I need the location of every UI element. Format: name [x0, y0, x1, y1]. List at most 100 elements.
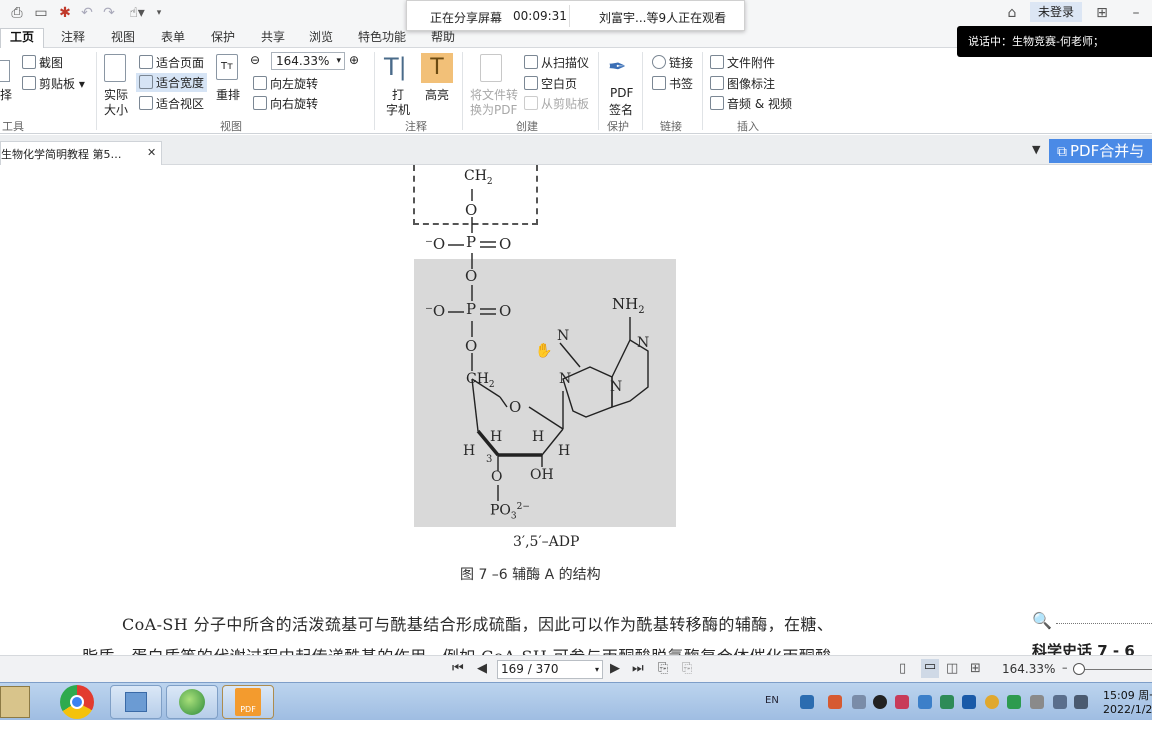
tab-home[interactable]: 工页: [0, 28, 44, 49]
rotate-left-button[interactable]: 向左旋转: [253, 75, 318, 92]
rotate-left-icon: [253, 76, 267, 90]
close-icon[interactable]: ✕: [147, 146, 156, 159]
tab-share[interactable]: 共享: [252, 29, 294, 48]
continuous-facing-icon[interactable]: ⊞: [970, 661, 981, 676]
browser-button[interactable]: [166, 685, 218, 719]
explorer-icon[interactable]: [0, 686, 30, 718]
tab-features[interactable]: 特色功能: [352, 29, 412, 48]
volume-icon[interactable]: [1074, 695, 1088, 709]
undo-icon[interactable]: ↶: [78, 4, 96, 22]
image-annot-button[interactable]: 图像标注: [710, 75, 775, 92]
tray-app-icon[interactable]: [895, 695, 909, 709]
prev-page-icon[interactable]: ◀: [477, 661, 487, 676]
new-icon[interactable]: ✱: [56, 4, 74, 22]
pdf-sign-label-1[interactable]: PDF: [610, 86, 633, 100]
chrome-icon[interactable]: [60, 685, 94, 719]
foxit-reader-button[interactable]: PDF: [222, 685, 274, 719]
tray-app-icon[interactable]: [800, 695, 814, 709]
next-page-icon[interactable]: ▶: [610, 661, 620, 676]
tab-protect[interactable]: 保护: [202, 29, 244, 48]
zoom-out-icon[interactable]: ⊖: [250, 53, 260, 67]
clock-time[interactable]: 15:09 周一: [1103, 687, 1152, 703]
grid-icon[interactable]: ⊞: [1093, 4, 1111, 22]
reflow-icon[interactable]: Tт: [216, 54, 238, 80]
tab-help[interactable]: 帮助: [422, 29, 464, 48]
fit-width-button[interactable]: 适合宽度: [136, 73, 208, 92]
typewriter-icon[interactable]: T|: [384, 54, 412, 80]
speaking-indicator: 说话中：生物竞赛-何老师；: [957, 26, 1152, 57]
tray-app-icon[interactable]: [1030, 695, 1044, 709]
document-tab[interactable]: 生物化学简明教程 第5… ✕: [0, 141, 162, 165]
qq-icon[interactable]: [873, 695, 887, 709]
notification-icon[interactable]: ⌂: [1003, 4, 1021, 22]
tray-app-icon[interactable]: [918, 695, 932, 709]
tray-app-icon[interactable]: [962, 695, 976, 709]
tray-app-icon[interactable]: [852, 695, 866, 709]
continuous-page-icon[interactable]: ▭: [921, 659, 939, 678]
nh2-text: NH: [612, 295, 639, 313]
file-attach-button[interactable]: 文件附件: [710, 54, 775, 71]
audio-video-button[interactable]: 音频 & 视频: [710, 95, 792, 112]
zoom-out-icon[interactable]: –: [1062, 661, 1068, 674]
pdf-merge-button[interactable]: ⧉ PDF合并与: [1049, 139, 1152, 163]
hand-tool-icon[interactable]: ☝▾: [124, 4, 150, 22]
single-page-icon[interactable]: ▯: [899, 661, 906, 676]
tab-browse[interactable]: 浏览: [300, 29, 342, 48]
zoom-in-icon[interactable]: ⊕: [349, 53, 359, 67]
forward-view-icon[interactable]: ⎘: [682, 661, 692, 676]
tab-form[interactable]: 表单: [152, 29, 194, 48]
convert-pdf-label-2[interactable]: 换为PDF: [470, 101, 517, 118]
from-scanner-button[interactable]: 从扫描仪: [524, 54, 589, 71]
tab-view[interactable]: 视图: [102, 29, 144, 48]
actual-size-icon[interactable]: [104, 54, 126, 82]
shield-icon[interactable]: [1007, 695, 1021, 709]
pen-icon[interactable]: ✒: [608, 54, 632, 82]
highlight-icon[interactable]: T: [421, 53, 453, 83]
language-indicator[interactable]: EN: [765, 695, 779, 706]
link-button[interactable]: 链接: [652, 54, 693, 71]
last-page-icon[interactable]: ⏭: [632, 661, 644, 676]
zoom-slider-track[interactable]: [1076, 669, 1152, 670]
zoom-slider-thumb[interactable]: [1073, 663, 1085, 675]
bookmark-button[interactable]: 书签: [652, 75, 693, 92]
tab-annotate[interactable]: 注释: [52, 29, 94, 48]
tray-app-icon[interactable]: [940, 695, 954, 709]
page-input[interactable]: 169 / 370 ▾: [497, 660, 603, 679]
fit-view-button[interactable]: 适合视区: [139, 95, 204, 112]
hand-cursor-icon: ✋: [535, 343, 553, 359]
back-view-icon[interactable]: ⎘: [658, 661, 668, 676]
first-page-icon[interactable]: ⏮: [452, 661, 464, 676]
select-label[interactable]: 择: [0, 86, 12, 103]
highlight-label[interactable]: 高亮: [425, 86, 449, 103]
print-icon[interactable]: ⎙: [8, 4, 26, 22]
customize-icon[interactable]: ▾: [150, 4, 168, 22]
security-icon[interactable]: [985, 695, 999, 709]
save-icon[interactable]: ▭: [32, 4, 50, 22]
screenshot-button[interactable]: 截图: [22, 54, 63, 71]
facing-page-icon[interactable]: ◫: [946, 661, 958, 676]
o4-label: O: [491, 469, 503, 485]
rotate-right-button[interactable]: 向右旋转: [253, 95, 318, 112]
control-panel-button[interactable]: [110, 685, 162, 719]
typewriter-label-2[interactable]: 字机: [386, 101, 410, 118]
minimize-icon[interactable]: –: [1127, 4, 1145, 22]
pdf-sign-label-2[interactable]: 签名: [609, 101, 633, 118]
clock-date[interactable]: 2022/1/2: [1103, 703, 1152, 716]
tray-app-icon[interactable]: [828, 695, 842, 709]
reflow-label[interactable]: 重排: [216, 86, 240, 103]
tab-list-chevron-icon[interactable]: ▼: [1032, 143, 1040, 156]
network-icon[interactable]: [1053, 695, 1067, 709]
clipboard-button[interactable]: 剪贴板 ▾: [22, 75, 85, 92]
share-viewers[interactable]: 刘富宇...等9人正在观看: [599, 9, 726, 26]
login-button[interactable]: 未登录: [1030, 2, 1082, 22]
zoom-select[interactable]: 164.33% ▾: [271, 52, 345, 70]
actual-size-label-2[interactable]: 大小: [104, 101, 128, 118]
convert-pdf-icon[interactable]: [480, 54, 502, 82]
select-icon[interactable]: [0, 60, 10, 82]
rotate-right-label: 向右旋转: [270, 97, 319, 111]
redo-icon[interactable]: ↷: [100, 4, 118, 22]
from-clipboard-button[interactable]: 从剪贴板: [524, 95, 589, 112]
blank-page-button[interactable]: 空白页: [524, 75, 577, 92]
fit-page-button[interactable]: 适合页面: [139, 54, 204, 71]
document-view[interactable]: CH2 O ⁻O P O O ⁻O P O O CH2 NH2 N N N N …: [0, 165, 1152, 655]
